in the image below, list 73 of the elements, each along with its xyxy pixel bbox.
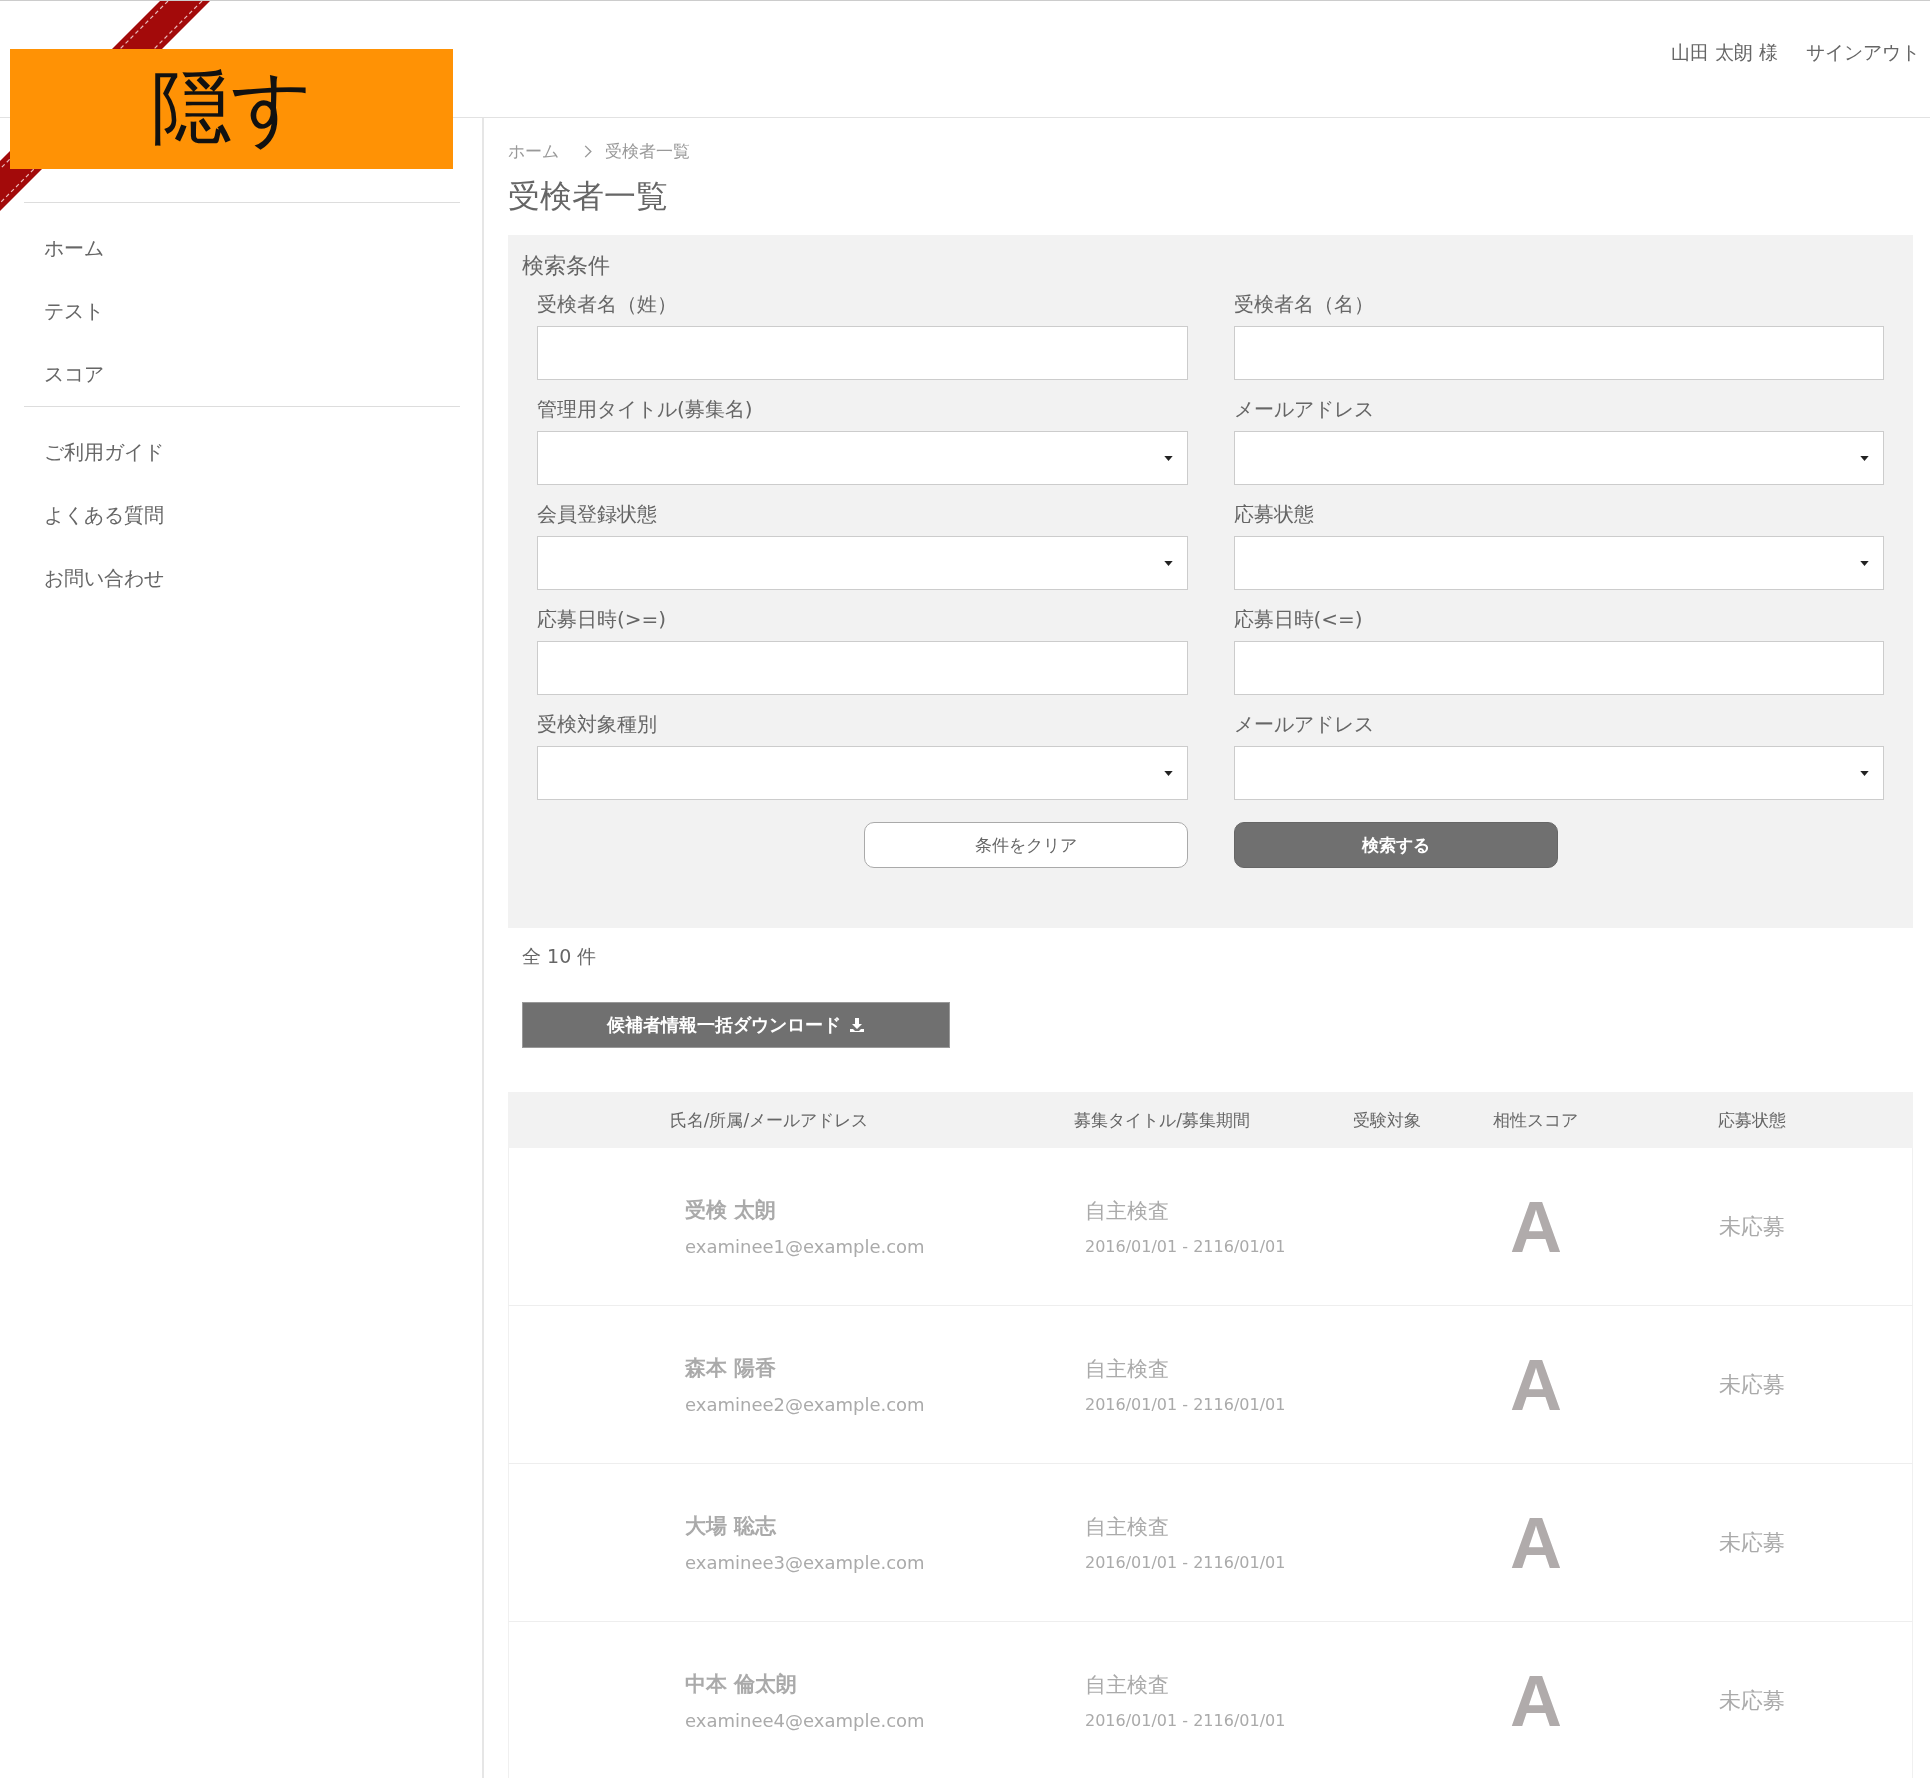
examinee-name: 森本 陽香 <box>685 1355 778 1382</box>
caret-icon <box>1163 560 1173 566</box>
recruit-title: 自主検査 <box>1085 1672 1170 1699</box>
field-label: 受検者名（姓） <box>537 291 678 318</box>
redaction-label: 隠す <box>10 49 453 169</box>
caret-icon <box>1860 455 1869 461</box>
dropdown-field[interactable] <box>1233 746 1884 800</box>
field-label: 会員登録状態 <box>537 501 658 528</box>
sign-out-link[interactable]: サインアウト <box>1806 40 1920 66</box>
recruit-title: 自主検査 <box>1085 1514 1170 1541</box>
field-label: 受検対象種別 <box>537 711 658 738</box>
application-status: 未応募 <box>1718 1370 1785 1399</box>
recruit-period: 2016/01/01 - 2116/01/01 <box>1085 1553 1287 1572</box>
examinee-email: examinee3@example.com <box>685 1552 926 1573</box>
examinee-email: examinee1@example.com <box>685 1236 926 1257</box>
input-field[interactable] <box>1233 641 1884 695</box>
dropdown-field[interactable] <box>537 431 1188 485</box>
examinee-email: examinee4@example.com <box>685 1710 926 1731</box>
input-field[interactable] <box>1233 326 1884 380</box>
recruit-title: 自主検査 <box>1085 1198 1170 1225</box>
score-grade: A <box>1510 1185 1562 1268</box>
search-button[interactable]: 検索する <box>1233 822 1558 868</box>
result-count: 全 10 件 <box>522 944 598 969</box>
column-header: 受験対象 <box>1352 1108 1422 1132</box>
examinee-name: 大場 聡志 <box>685 1513 778 1540</box>
application-status: 未応募 <box>1718 1212 1785 1241</box>
score-grade: A <box>1510 1343 1562 1426</box>
column-header: 相性スコア <box>1491 1108 1579 1132</box>
caret-icon <box>1860 560 1869 566</box>
application-status: 未応募 <box>1718 1686 1785 1715</box>
field-label: 応募日時(>=) <box>537 606 668 633</box>
examinee-email: examinee2@example.com <box>685 1394 926 1415</box>
dropdown-field[interactable] <box>1233 536 1884 590</box>
field-label: 応募状態 <box>1233 501 1315 528</box>
clear-button[interactable]: 条件をクリア <box>863 822 1188 868</box>
sidebar-item[interactable]: ご利用ガイド <box>24 421 460 484</box>
sidebar-item[interactable]: テスト <box>24 280 460 343</box>
column-header: 募集タイトル/募集期間 <box>1073 1108 1251 1132</box>
examinee-name: 受検 太朗 <box>685 1197 778 1224</box>
chevron-icon <box>583 144 593 159</box>
field-label: メールアドレス <box>1233 711 1375 738</box>
recruit-title: 自主検査 <box>1085 1356 1170 1383</box>
recruit-period: 2016/01/01 - 2116/01/01 <box>1085 1237 1287 1256</box>
field-label: 受検者名（名） <box>1233 291 1375 318</box>
dropdown-field[interactable] <box>537 746 1188 800</box>
caret-icon <box>1860 770 1869 776</box>
field-label: 応募日時(<=) <box>1233 606 1364 633</box>
download-icon <box>849 1017 865 1033</box>
input-field[interactable] <box>537 641 1188 695</box>
panel-title: 検索条件 <box>522 252 611 280</box>
caret-icon <box>1163 770 1173 776</box>
caret-icon <box>1163 455 1173 461</box>
breadcrumb-link[interactable]: 受検者一覧 <box>605 140 690 163</box>
application-status: 未応募 <box>1718 1528 1785 1557</box>
page-title: 受検者一覧 <box>508 176 669 217</box>
score-grade: A <box>1510 1659 1562 1742</box>
column-header: 応募状態 <box>1716 1108 1787 1132</box>
sidebar-item[interactable]: お問い合わせ <box>24 547 460 610</box>
dropdown-field[interactable] <box>537 536 1188 590</box>
sidebar-item[interactable]: スコア <box>24 343 460 406</box>
examinee-name: 中本 倫太朗 <box>685 1671 799 1698</box>
recruit-period: 2016/01/01 - 2116/01/01 <box>1085 1395 1287 1414</box>
column-header: 氏名/所属/メールアドレス <box>668 1108 870 1132</box>
download-button[interactable]: 候補者情報一括ダウンロード <box>522 1002 950 1048</box>
sidebar-item[interactable]: よくある質問 <box>24 484 460 547</box>
user-name: 山田 太朗 様 <box>1670 40 1778 65</box>
dropdown-field[interactable] <box>1233 431 1884 485</box>
field-label: メールアドレス <box>1233 396 1375 423</box>
recruit-period: 2016/01/01 - 2116/01/01 <box>1085 1711 1287 1730</box>
sidebar-item[interactable]: ホーム <box>24 217 460 280</box>
field-label: 管理用タイトル(募集名) <box>537 396 754 423</box>
input-field[interactable] <box>537 326 1188 380</box>
score-grade: A <box>1510 1501 1562 1584</box>
